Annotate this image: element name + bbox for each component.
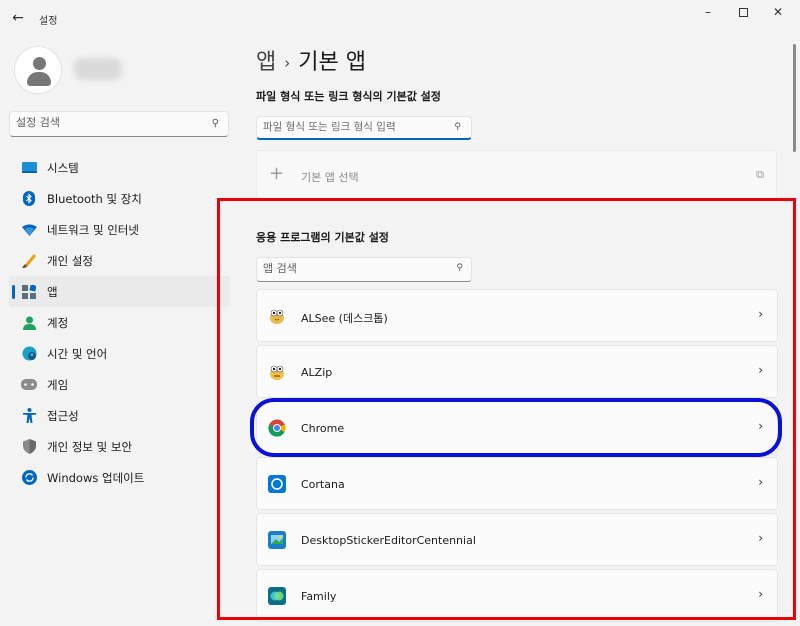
app-list: ALSee (데스크톱) › ALZip › Chrome › Cortana … <box>256 289 778 625</box>
sidebar-item-apps[interactable]: 앱 <box>9 276 230 307</box>
account-icon <box>21 315 37 331</box>
close-button[interactable]: ✕ <box>760 2 796 26</box>
maximize-icon <box>738 8 748 17</box>
monitor-icon <box>21 160 37 176</box>
filetype-search[interactable]: ⚲ <box>256 116 472 140</box>
sidebar-nav: 시스템 Bluetooth 및 장치 네트워크 및 인터넷 개인 설정 앱 계정 <box>9 152 230 493</box>
app-name: Family <box>301 590 337 603</box>
globe-clock-icon <box>21 346 37 362</box>
breadcrumb: 앱 › 기본 앱 <box>256 44 366 76</box>
chevron-right-icon: › <box>758 475 763 489</box>
chevron-right-icon: › <box>758 531 763 545</box>
filetype-search-input[interactable] <box>263 121 443 133</box>
chevron-right-icon: › <box>758 307 763 321</box>
search-icon[interactable]: ⚲ <box>456 263 463 273</box>
window-title: 설정 <box>39 16 58 27</box>
avatar <box>14 46 62 94</box>
avatar-head-icon <box>33 57 46 70</box>
app-row-desktop-sticker-editor[interactable]: DesktopStickerEditorCentennial › <box>256 513 778 566</box>
app-search-input[interactable] <box>263 262 443 275</box>
chevron-right-icon: › <box>758 363 763 377</box>
app-row-alzip[interactable]: ALZip › <box>256 345 778 398</box>
user-profile-card[interactable] <box>4 38 230 98</box>
sidebar-item-bluetooth[interactable]: Bluetooth 및 장치 <box>9 183 230 214</box>
app-row-cortana[interactable]: Cortana › <box>256 457 778 510</box>
sidebar-item-label: Bluetooth 및 장치 <box>47 191 142 206</box>
page-title: 기본 앱 <box>298 50 366 75</box>
accessibility-icon <box>21 408 37 424</box>
app-name: Chrome <box>301 422 345 435</box>
apps-icon <box>21 284 37 300</box>
app-row-chrome[interactable]: Chrome › <box>256 401 778 454</box>
sidebar-item-accounts[interactable]: 계정 <box>9 307 230 338</box>
sidebar-item-label: 접근성 <box>47 408 79 423</box>
avatar-body-icon <box>27 72 51 86</box>
app-name: DesktopStickerEditorCentennial <box>301 534 476 547</box>
sidebar-item-accessibility[interactable]: 접근성 <box>9 400 230 431</box>
breadcrumb-chevron-icon: › <box>284 54 291 72</box>
alsee-icon <box>268 307 286 325</box>
cortana-icon <box>268 475 286 493</box>
filetype-heading: 파일 형식 또는 링크 형식의 기본값 설정 <box>256 90 441 103</box>
sidebar-item-label: 개인 정보 및 보안 <box>47 439 133 454</box>
app-row-alsee[interactable]: ALSee (데스크톱) › <box>256 289 778 342</box>
wifi-icon <box>21 222 37 238</box>
bluetooth-icon <box>21 191 37 207</box>
user-name-redacted <box>74 58 122 80</box>
sidebar-item-network[interactable]: 네트워크 및 인터넷 <box>9 214 230 245</box>
sticker-editor-icon <box>268 531 286 549</box>
brush-icon <box>21 253 37 269</box>
shield-icon <box>21 439 37 455</box>
apps-heading: 응용 프로그램의 기본값 설정 <box>256 231 389 244</box>
app-name: ALSee (데스크톱) <box>301 312 388 325</box>
external-link-icon: ⧉ <box>756 168 764 181</box>
update-icon <box>21 470 37 486</box>
app-row-family[interactable]: Family › <box>256 569 778 622</box>
app-name: ALZip <box>301 366 333 379</box>
maximize-button[interactable] <box>725 2 761 26</box>
sidebar-item-label: 개인 설정 <box>47 253 93 268</box>
sidebar-item-privacy[interactable]: 개인 정보 및 보안 <box>9 431 230 462</box>
sidebar-item-personalization[interactable]: 개인 설정 <box>9 245 230 276</box>
sidebar-item-label: 게임 <box>47 377 69 392</box>
sidebar-item-gaming[interactable]: 게임 <box>9 369 230 400</box>
sidebar-item-system[interactable]: 시스템 <box>9 152 230 183</box>
family-icon <box>268 587 286 605</box>
chevron-right-icon: › <box>758 419 763 433</box>
sidebar-item-label: 앱 <box>47 284 58 299</box>
search-icon[interactable]: ⚲ <box>212 118 219 129</box>
chevron-right-icon: › <box>758 587 763 601</box>
breadcrumb-parent[interactable]: 앱 <box>256 50 276 75</box>
sidebar-item-time-language[interactable]: 시간 및 언어 <box>9 338 230 369</box>
gamepad-icon <box>21 377 37 393</box>
search-icon[interactable]: ⚲ <box>454 122 461 132</box>
chrome-icon <box>268 419 286 437</box>
choose-default-app-row[interactable]: + 기본 앱 선택 ⧉ <box>256 150 777 200</box>
sidebar-item-label: 네트워크 및 인터넷 <box>47 222 139 237</box>
sidebar-item-label: 시간 및 언어 <box>47 346 108 361</box>
sidebar-item-label: 계정 <box>47 315 69 330</box>
settings-search-input[interactable] <box>16 116 196 129</box>
minimize-button[interactable]: – <box>690 2 726 26</box>
app-name: Cortana <box>301 478 345 491</box>
sidebar-item-label: Windows 업데이트 <box>47 470 145 485</box>
choose-default-app-label: 기본 앱 선택 <box>301 171 359 184</box>
settings-search[interactable]: ⚲ <box>9 111 229 137</box>
alzip-icon <box>268 363 286 381</box>
scrollbar-thumb[interactable] <box>793 44 796 152</box>
back-arrow-icon[interactable]: ← <box>8 8 28 28</box>
sidebar-item-windows-update[interactable]: Windows 업데이트 <box>9 462 230 493</box>
title-bar: ← 설정 – ✕ <box>0 0 800 36</box>
plus-icon: + <box>269 163 285 184</box>
app-search[interactable]: ⚲ <box>256 257 472 282</box>
sidebar-item-label: 시스템 <box>47 160 79 175</box>
